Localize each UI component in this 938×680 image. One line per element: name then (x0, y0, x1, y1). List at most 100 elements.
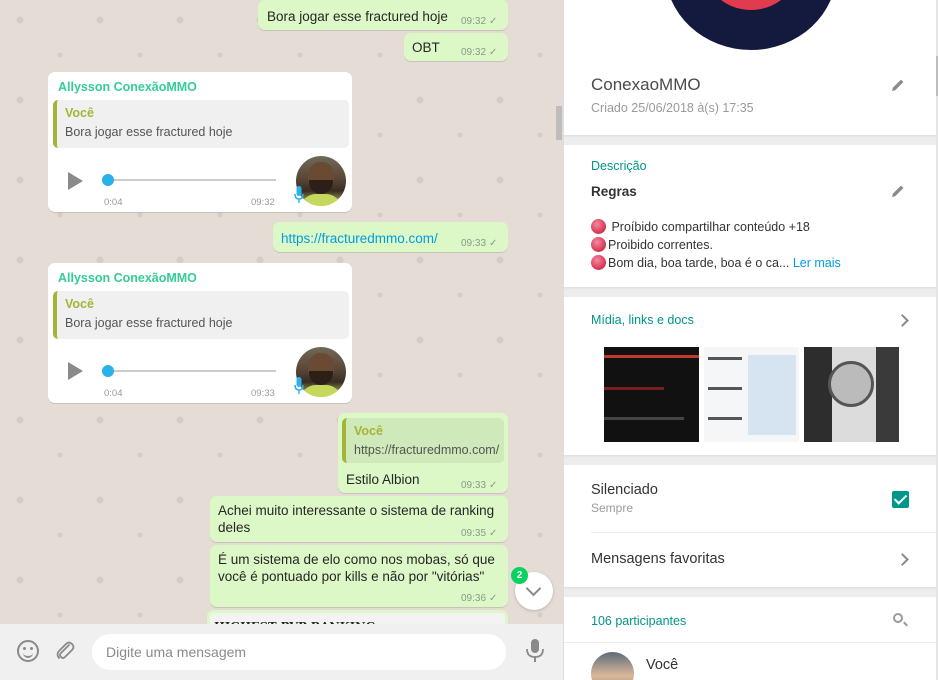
message-outgoing[interactable]: Achei muito interessante o sistema de ra… (210, 496, 508, 542)
message-text-line: deles (218, 520, 251, 535)
emoji-icon[interactable] (17, 640, 39, 662)
sent-check-icon: ✓ (489, 47, 498, 58)
chat-scrollbar[interactable] (556, 106, 562, 140)
group-info-panel: ConexaoMMO Criado 25/06/2018 à(s) 17:35 … (563, 0, 938, 680)
mic-icon (294, 186, 304, 203)
play-icon[interactable] (68, 172, 83, 190)
message-time: 09:35 ✓ (461, 528, 497, 539)
media-thumbnail[interactable] (604, 347, 699, 442)
search-icon[interactable] (893, 613, 903, 623)
red-circle-icon (591, 237, 606, 252)
message-time: 09:32 ✓ (461, 47, 497, 58)
read-more-link[interactable]: Ler mais (793, 256, 841, 270)
time-text: 09:33 (461, 238, 487, 249)
muted-sub: Sempre (591, 501, 634, 515)
message-incoming[interactable]: Allysson ConexãoMMO Você Bora jogar esse… (48, 263, 352, 403)
message-text-line: você é pontuado por kills e não por "vit… (218, 569, 485, 584)
sent-check-icon: ✓ (489, 593, 498, 604)
group-created-date: Criado 25/06/2018 à(s) 17:35 (591, 101, 754, 115)
thumb-block (708, 387, 742, 390)
message-link[interactable]: https://fracturedmmo.com/ (281, 230, 438, 247)
time-text: 09:32 (461, 47, 487, 58)
group-name: ConexaoMMO (591, 75, 701, 94)
sender-name: Allysson ConexãoMMO (58, 80, 197, 94)
quoted-message[interactable]: Você https://fracturedmmo.com/ (342, 418, 504, 463)
media-thumbnail[interactable] (804, 347, 899, 442)
group-logo (701, 0, 801, 10)
quoted-text: Bora jogar esse fractured hoje (65, 125, 233, 139)
message-composer (0, 624, 563, 680)
message-outgoing[interactable]: Bora jogar esse fractured hoje 09:32 ✓ (258, 0, 508, 30)
red-circle-icon (591, 255, 606, 270)
description-line: Proibido correntes. (591, 237, 713, 252)
mic-icon[interactable] (524, 638, 546, 664)
audio-progress-track[interactable] (104, 370, 276, 372)
chevron-down-icon (525, 580, 542, 597)
media-thumbnail[interactable] (704, 347, 799, 442)
sent-check-icon: ✓ (489, 16, 498, 27)
audio-progress-knob[interactable] (102, 365, 114, 377)
chevron-right-icon[interactable] (896, 314, 909, 327)
participants-label: 106 participantes (591, 614, 687, 628)
mic-icon (294, 377, 304, 394)
group-header-card: ConexaoMMO Criado 25/06/2018 à(s) 17:35 (564, 0, 936, 135)
message-outgoing[interactable]: OBT 09:32 ✓ (404, 33, 508, 61)
audio-progress-knob[interactable] (102, 174, 114, 186)
message-outgoing[interactable]: Você https://fracturedmmo.com/ Estilo Al… (338, 413, 508, 493)
quoted-author: Você (65, 106, 94, 120)
quoted-message[interactable]: Você Bora jogar esse fractured hoje (53, 291, 349, 339)
message-text: OBT (412, 40, 440, 55)
description-label: Descrição (591, 159, 647, 173)
muted-checkbox[interactable] (892, 491, 909, 508)
chat-panel: Bora jogar esse fractured hoje 09:32 ✓ OB… (0, 0, 563, 680)
message-text: Estilo Albion (346, 472, 420, 487)
thumb-stripe (604, 387, 664, 390)
description-line: Proíbido compartilhar conteúdo +18 (591, 219, 810, 234)
time-text: 09:32 (461, 16, 487, 27)
message-input[interactable] (92, 634, 506, 670)
participant-name[interactable]: Você (646, 657, 678, 673)
message-outgoing[interactable]: https://fracturedmmo.com/ 09:33 ✓ (273, 222, 508, 252)
audio-progress-track[interactable] (104, 179, 276, 181)
message-time: 09:32 ✓ (461, 16, 497, 27)
thumb-block (876, 347, 899, 442)
unread-count-badge: 2 (511, 567, 528, 584)
thumb-block (708, 417, 742, 420)
quoted-text: Bora jogar esse fractured hoje (65, 316, 233, 330)
description-title: Regras (591, 184, 637, 199)
message-outgoing[interactable]: É um sistema de elo como nos mobas, só q… (210, 545, 508, 607)
description-line-text: Proibido correntes. (608, 238, 713, 252)
audio-duration: 0:04 (104, 388, 123, 399)
message-text: Bora jogar esse fractured hoje (267, 9, 448, 24)
message-time: 09:33 (251, 388, 275, 399)
message-time: 09:33 ✓ (461, 480, 497, 491)
attach-clip-icon[interactable] (52, 638, 78, 664)
sent-check-icon: ✓ (489, 528, 498, 539)
divider (591, 532, 936, 533)
description-line: Bom dia, boa tarde, boa é o ca... Ler ma… (591, 255, 841, 270)
muted-label: Silenciado (591, 482, 658, 498)
sent-check-icon: ✓ (489, 238, 498, 249)
chevron-right-icon[interactable] (896, 553, 909, 566)
play-icon[interactable] (68, 362, 83, 380)
time-text: 09:35 (461, 528, 487, 539)
quoted-message[interactable]: Você Bora jogar esse fractured hoje (53, 100, 349, 148)
group-avatar[interactable] (665, 0, 837, 50)
time-text: 09:33 (461, 480, 487, 491)
message-incoming[interactable]: Allysson ConexãoMMO Você Bora jogar esse… (48, 72, 352, 212)
audio-duration: 0:04 (104, 197, 123, 208)
message-time: 09:33 ✓ (461, 238, 497, 249)
divider (564, 642, 936, 643)
description-card: Descrição Regras Proíbido compartilhar c… (564, 145, 936, 287)
edit-pencil-icon[interactable] (890, 183, 906, 199)
message-text-line: Achei muito interessante o sistema de ra… (218, 503, 495, 518)
thumb-stripe (604, 417, 684, 420)
edit-pencil-icon[interactable] (890, 77, 906, 93)
thumb-block (748, 355, 796, 435)
quoted-author: Você (65, 297, 94, 311)
red-circle-icon (591, 219, 606, 234)
starred-messages-label[interactable]: Mensagens favoritas (591, 551, 725, 567)
media-label: Mídia, links e docs (591, 313, 694, 327)
thumb-block (828, 361, 874, 407)
description-line-text: Bom dia, boa tarde, boa é o ca... (608, 256, 790, 270)
